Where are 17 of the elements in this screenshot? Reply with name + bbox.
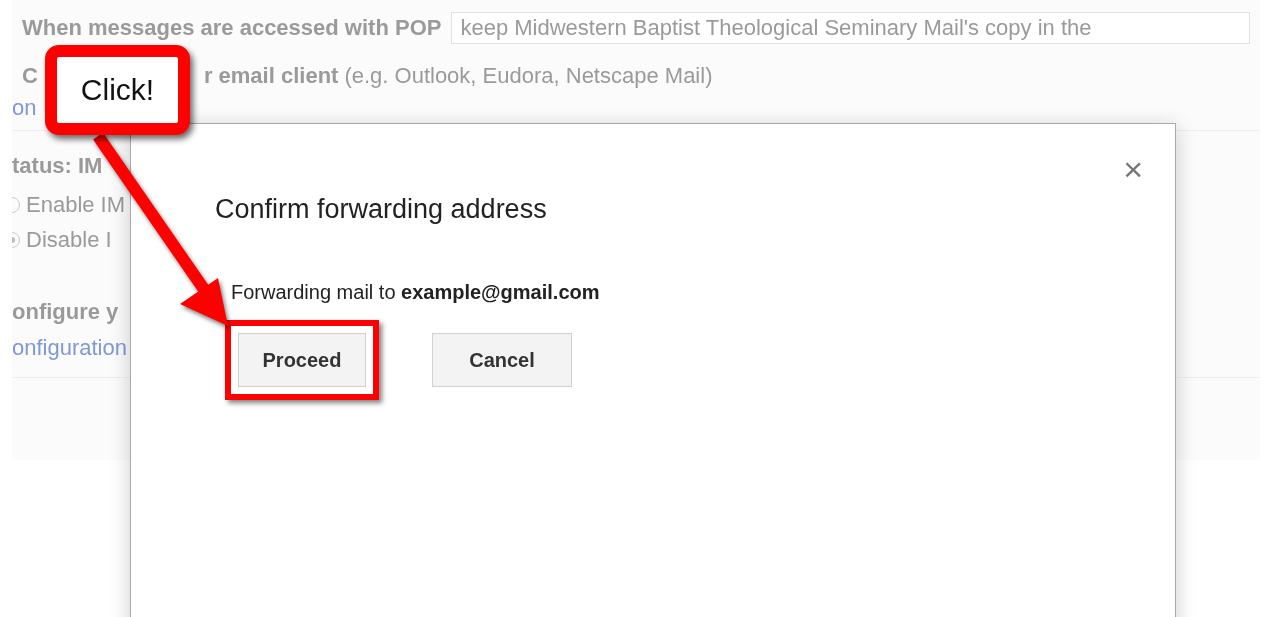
close-button[interactable]: × xyxy=(1123,152,1143,186)
dialog-message: Forwarding mail to example@gmail.com xyxy=(231,281,601,304)
imap-status: tatus: IM xyxy=(12,153,103,179)
pop-label: When messages are accessed with POP xyxy=(22,15,442,41)
client-label-start: C xyxy=(22,63,38,89)
radio-label: Disable I xyxy=(26,226,112,253)
cancel-button[interactable]: Cancel xyxy=(432,333,572,387)
configure-label: onfigure y xyxy=(12,299,119,325)
pop-action-field[interactable]: keep Midwestern Baptist Theological Seminary Mail's copy in the xyxy=(451,12,1250,44)
radio-label: Enable IM xyxy=(26,191,126,218)
callout: Click! xyxy=(45,45,190,135)
client-hint: (e.g. Outlook, Eudora, Netscape Mail) xyxy=(344,63,713,89)
dialog-title: Confirm forwarding address xyxy=(215,194,548,225)
configuration-link[interactable]: onfiguration xyxy=(12,335,127,361)
client-label: r email client xyxy=(203,63,339,89)
proceed-button[interactable]: Proceed xyxy=(238,333,366,387)
instructions-link[interactable]: on xyxy=(12,95,37,121)
